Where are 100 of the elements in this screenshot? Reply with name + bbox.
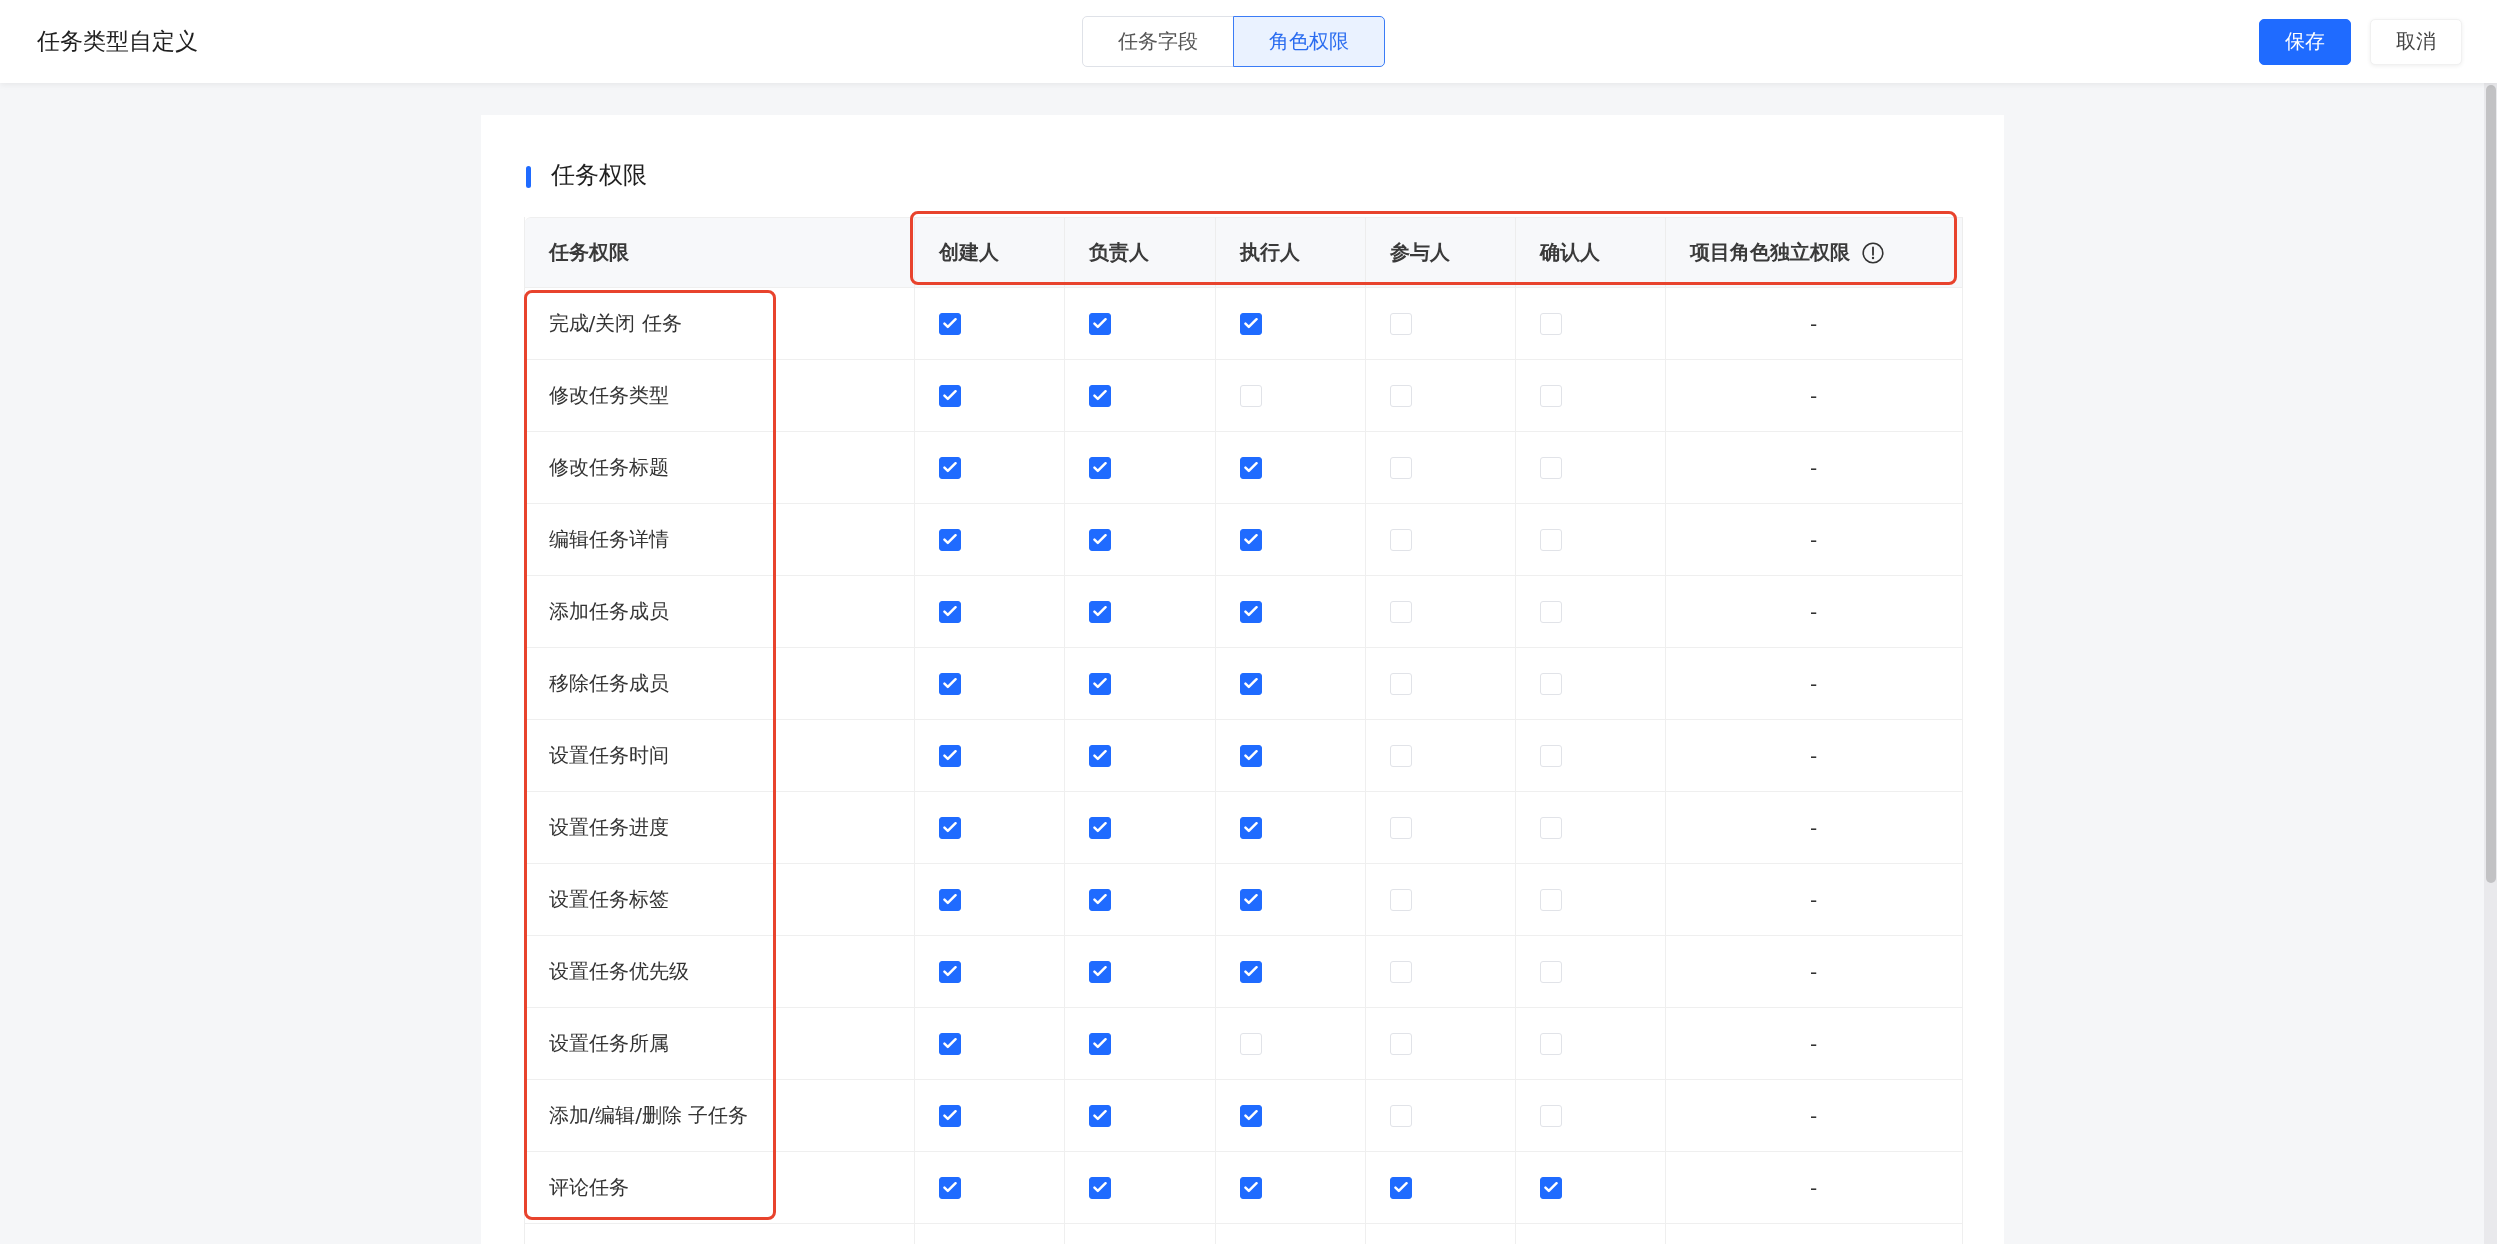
checkbox[interactable]: [1088, 816, 1111, 839]
info-icon[interactable]: [1861, 241, 1884, 264]
table-cell: -: [1665, 792, 1963, 864]
checkbox[interactable]: [1239, 456, 1262, 479]
checkbox[interactable]: [1389, 1176, 1412, 1199]
checkbox[interactable]: [1088, 960, 1111, 983]
checkmark-icon: [1243, 318, 1258, 329]
table-cell: 评论任务: [524, 1152, 915, 1224]
page-title: 任务类型自定义: [37, 27, 198, 56]
checkbox[interactable]: [1239, 600, 1262, 623]
checkmark-icon: [1243, 678, 1258, 689]
checkmark-icon: [1092, 606, 1107, 617]
checkmark-icon: [942, 318, 957, 329]
checkbox[interactable]: [1088, 456, 1111, 479]
checkbox[interactable]: [1239, 672, 1262, 695]
table-cell: -: [1665, 360, 1963, 432]
checkbox[interactable]: [938, 888, 961, 911]
scrollbar[interactable]: [2484, 83, 2497, 1244]
checkbox[interactable]: [1088, 744, 1111, 767]
tab[interactable]: 任务字段: [1082, 16, 1234, 67]
checkbox[interactable]: [1088, 672, 1111, 695]
table-cell: -: [1665, 648, 1963, 720]
checkmark-icon: [1092, 678, 1107, 689]
checkbox[interactable]: [1239, 960, 1262, 983]
table-cell: -: [1665, 504, 1963, 576]
checkbox[interactable]: [938, 312, 961, 335]
checkmark-icon: [1243, 750, 1258, 761]
column-header: 参与人: [1365, 217, 1516, 288]
checkmark-icon: [1092, 390, 1107, 401]
tab[interactable]: 角色权限: [1233, 16, 1385, 67]
checkbox[interactable]: [1239, 312, 1262, 335]
checkmark-icon: [1393, 1182, 1408, 1193]
checkbox[interactable]: [1088, 528, 1111, 551]
table-cell: 移除任务成员: [524, 648, 915, 720]
checkbox[interactable]: [938, 816, 961, 839]
table-cell: 设置任务标签: [524, 864, 915, 936]
checkmark-icon: [1243, 1110, 1258, 1121]
checkbox[interactable]: [1239, 816, 1262, 839]
checkbox[interactable]: [938, 960, 961, 983]
checkmark-icon: [1243, 606, 1258, 617]
checkmark-icon: [1243, 822, 1258, 833]
checkbox[interactable]: [1088, 888, 1111, 911]
table-cell: 设置任务所属: [524, 1008, 915, 1080]
checkmark-icon: [942, 966, 957, 977]
column-header: 创建人: [914, 217, 1065, 288]
checkbox[interactable]: [1088, 384, 1111, 407]
table-cell: -: [1665, 432, 1963, 504]
checkmark-icon: [942, 390, 957, 401]
checkbox[interactable]: [938, 456, 961, 479]
table-cell: -: [1665, 1008, 1963, 1080]
checkbox[interactable]: [938, 1104, 961, 1127]
table-cell: -: [1665, 576, 1963, 648]
checkbox[interactable]: [1088, 1032, 1111, 1055]
checkbox[interactable]: [1088, 1176, 1111, 1199]
checkmark-icon: [1092, 966, 1107, 977]
checkbox[interactable]: [1088, 312, 1111, 335]
checkbox[interactable]: [938, 1032, 961, 1055]
checkmark-icon: [1092, 1110, 1107, 1121]
save-button[interactable]: 保存: [2259, 18, 2351, 65]
checkmark-icon: [1243, 966, 1258, 977]
checkbox[interactable]: [938, 384, 961, 407]
checkmark-icon: [942, 1110, 957, 1121]
checkmark-icon: [942, 894, 957, 905]
checkbox[interactable]: [1088, 1104, 1111, 1127]
checkbox[interactable]: [938, 600, 961, 623]
checkbox[interactable]: [938, 528, 961, 551]
checkbox[interactable]: [1239, 744, 1262, 767]
checkbox[interactable]: [1239, 1176, 1262, 1199]
checkmark-icon: [942, 750, 957, 761]
table-cell: 设置任务进度: [524, 792, 915, 864]
checkmark-icon: [942, 534, 957, 545]
checkmark-icon: [942, 606, 957, 617]
table-cell: 设置任务优先级: [524, 936, 915, 1008]
checkbox[interactable]: [1539, 1176, 1562, 1199]
checkmark-icon: [1092, 1182, 1107, 1193]
checkmark-icon: [942, 822, 957, 833]
checkbox[interactable]: [1239, 888, 1262, 911]
checkmark-icon: [1243, 894, 1258, 905]
checkmark-icon: [1092, 750, 1107, 761]
checkbox[interactable]: [1239, 1104, 1262, 1127]
checkbox[interactable]: [938, 1176, 961, 1199]
table-cell: -: [1665, 1080, 1963, 1152]
checkmark-icon: [1543, 1182, 1558, 1193]
checkmark-icon: [1243, 1182, 1258, 1193]
section-marker: [525, 165, 531, 188]
column-header: 任务权限: [524, 217, 915, 288]
checkmark-icon: [942, 462, 957, 473]
table-cell: -: [1665, 1152, 1963, 1224]
checkbox[interactable]: [1239, 528, 1262, 551]
table-cell: 编辑任务详情: [524, 504, 915, 576]
checkmark-icon: [1092, 894, 1107, 905]
checkbox[interactable]: [1088, 600, 1111, 623]
checkmark-icon: [942, 1182, 957, 1193]
table-cell: 完成/关闭 任务: [524, 288, 915, 360]
table-cell: -: [1665, 936, 1963, 1008]
checkbox[interactable]: [938, 672, 961, 695]
checkbox[interactable]: [938, 744, 961, 767]
checkmark-icon: [1243, 534, 1258, 545]
checkmark-icon: [1092, 534, 1107, 545]
cancel-button[interactable]: 取消: [2370, 18, 2462, 65]
